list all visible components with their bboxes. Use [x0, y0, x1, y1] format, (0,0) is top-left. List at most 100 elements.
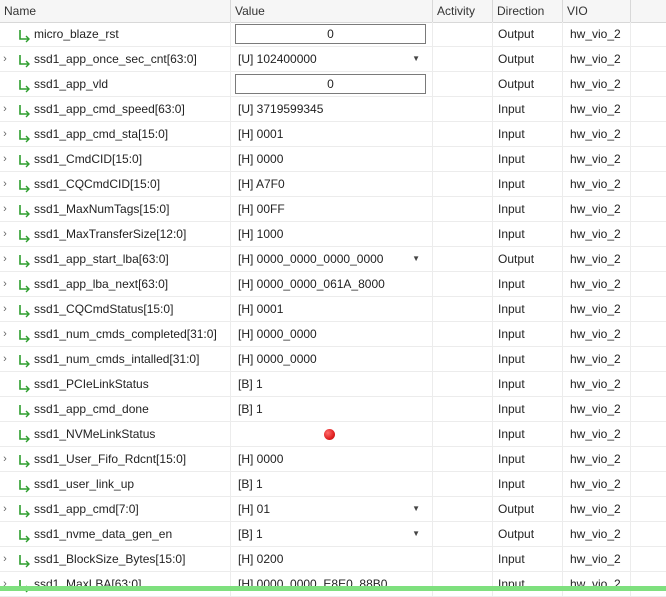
signal-name: ssd1_MaxNumTags[15:0]: [34, 202, 170, 216]
direction-cell: Input: [493, 197, 563, 222]
table-row[interactable]: › ssd1_app_cmd_sta[15:0] [H] 0001 Input hw_v…: [0, 122, 666, 147]
vio-cell: hw_vio_2: [563, 72, 631, 97]
name-cell: › ssd1_BlockSize_Bytes[15:0]: [0, 547, 231, 572]
dropdown-arrow-icon[interactable]: ▼: [412, 497, 420, 521]
chevron-right-icon[interactable]: ›: [0, 147, 10, 171]
chevron-right-icon[interactable]: ›: [0, 497, 10, 521]
vio-cell: hw_vio_2: [563, 297, 631, 322]
value-cell: [H] 0001: [231, 122, 433, 147]
chevron-right-icon[interactable]: ›: [0, 272, 10, 296]
table-row[interactable]: ssd1_app_cmd_done [B] 1 Input hw_vio_2: [0, 397, 666, 422]
signal-probe-icon: [17, 552, 31, 568]
table-row[interactable]: › ssd1_User_Fifo_Rdcnt[15:0] [H] 0000 Input…: [0, 447, 666, 472]
chevron-right-icon[interactable]: ›: [0, 97, 10, 121]
column-header-direction[interactable]: Direction: [493, 0, 563, 22]
column-header-activity[interactable]: Activity: [433, 0, 493, 22]
chevron-right-icon[interactable]: ›: [0, 322, 10, 346]
signal-name: ssd1_num_cmds_intalled[31:0]: [34, 352, 200, 366]
name-cell: › ssd1_app_start_lba[63:0]: [0, 247, 231, 272]
value-text: [H] 0000: [238, 152, 284, 166]
column-header-name[interactable]: Name: [0, 0, 231, 22]
table-row[interactable]: › ssd1_BlockSize_Bytes[15:0] [H] 0200 Input…: [0, 547, 666, 572]
vio-cell: hw_vio_2: [563, 122, 631, 147]
signal-name: ssd1_user_link_up: [34, 477, 135, 491]
value-cell: [H] 0000_0000_0000_0000 ▼: [231, 247, 433, 272]
activity-cell: [433, 372, 493, 397]
table-row[interactable]: ssd1_NVMeLinkStatus Input hw_vio_2: [0, 422, 666, 447]
dropdown-arrow-icon[interactable]: ▼: [412, 522, 420, 546]
signal-name: ssd1_app_start_lba[63:0]: [34, 252, 169, 266]
column-header-vio[interactable]: VIO: [563, 0, 631, 22]
table-row[interactable]: › ssd1_CmdCID[15:0] [H] 0000 Input hw_vio_2: [0, 147, 666, 172]
column-header-value[interactable]: Value: [231, 0, 433, 22]
table-row[interactable]: › ssd1_num_cmds_intalled[31:0] [H] 0000_00…: [0, 347, 666, 372]
signal-probe-icon: [17, 277, 31, 293]
vio-cell: hw_vio_2: [563, 172, 631, 197]
value-cell: [H] 0000: [231, 447, 433, 472]
signal-probe-icon: [17, 527, 31, 543]
signal-name: ssd1_BlockSize_Bytes[15:0]: [34, 552, 186, 566]
name-cell: › ssd1_app_cmd_sta[15:0]: [0, 122, 231, 147]
signal-name: ssd1_app_once_sec_cnt[63:0]: [34, 52, 197, 66]
signal-probe-icon: [17, 477, 31, 493]
chevron-right-icon[interactable]: ›: [0, 222, 10, 246]
table-row[interactable]: › ssd1_MaxNumTags[15:0] [H] 00FF Input hw_vi…: [0, 197, 666, 222]
activity-cell: [433, 522, 493, 547]
led-indicator-icon: [324, 429, 335, 440]
table-row[interactable]: › ssd1_MaxTransferSize[12:0] [H] 1000 Input…: [0, 222, 666, 247]
signal-probe-icon: [17, 377, 31, 393]
table-row[interactable]: › ssd1_CQCmdStatus[15:0] [H] 0001 Input hw_v…: [0, 297, 666, 322]
value-text: [H] A7F0: [238, 177, 285, 191]
table-row[interactable]: micro_blaze_rst 0 Output hw_vio_2: [0, 22, 666, 47]
name-cell: micro_blaze_rst: [0, 22, 231, 47]
vio-cell: hw_vio_2: [563, 572, 631, 597]
table-row[interactable]: › ssd1_app_once_sec_cnt[63:0] [U] 10240000…: [0, 47, 666, 72]
direction-cell: Input: [493, 122, 563, 147]
table-row[interactable]: ssd1_app_vld 0 Output hw_vio_2: [0, 72, 666, 97]
dropdown-arrow-icon[interactable]: ▼: [412, 247, 420, 271]
table-row[interactable]: ssd1_PCIeLinkStatus [B] 1 Input hw_vio_2: [0, 372, 666, 397]
vio-cell: hw_vio_2: [563, 322, 631, 347]
value-text[interactable]: [B] 1: [238, 522, 263, 546]
chevron-right-icon[interactable]: ›: [0, 122, 10, 146]
activity-cell: [433, 322, 493, 347]
table-row[interactable]: › ssd1_app_cmd[7:0] [H] 01 ▼ Output hw_vio_2: [0, 497, 666, 522]
value-cell: [H] 1000: [231, 222, 433, 247]
value-input[interactable]: 0: [235, 24, 426, 44]
table-row[interactable]: › ssd1_app_cmd_speed[63:0] [U] 3719599345 I…: [0, 97, 666, 122]
value-text: [B] 1: [238, 477, 263, 491]
signal-name: ssd1_num_cmds_completed[31:0]: [34, 327, 217, 341]
name-cell: › ssd1_CQCmdCID[15:0]: [0, 172, 231, 197]
vio-cell: hw_vio_2: [563, 347, 631, 372]
table-row[interactable]: › ssd1_MaxLBA[63:0] [H] 0000_0000_E8E0_88B…: [0, 572, 666, 597]
direction-cell: Output: [493, 247, 563, 272]
direction-cell: Input: [493, 272, 563, 297]
activity-cell: [433, 47, 493, 72]
value-text[interactable]: [H] 0000_0000_0000_0000: [238, 247, 383, 271]
dropdown-arrow-icon[interactable]: ▼: [412, 47, 420, 71]
chevron-right-icon[interactable]: ›: [0, 347, 10, 371]
chevron-right-icon[interactable]: ›: [0, 247, 10, 271]
value-cell: 0: [231, 72, 433, 97]
chevron-right-icon[interactable]: ›: [0, 447, 10, 471]
table-row[interactable]: › ssd1_app_start_lba[63:0] [H] 0000_0000_0…: [0, 247, 666, 272]
chevron-right-icon[interactable]: ›: [0, 47, 10, 71]
table-row[interactable]: › ssd1_CQCmdCID[15:0] [H] A7F0 Input hw_vio_…: [0, 172, 666, 197]
table-row[interactable]: ssd1_nvme_data_gen_en [B] 1 ▼ Output hw_vio_…: [0, 522, 666, 547]
activity-cell: [433, 297, 493, 322]
value-text[interactable]: [U] 102400000: [238, 47, 317, 71]
value-input[interactable]: 0: [235, 74, 426, 94]
signal-probe-icon: [17, 502, 31, 518]
table-row[interactable]: › ssd1_num_cmds_completed[31:0] [H] 0000_0…: [0, 322, 666, 347]
table-row[interactable]: › ssd1_app_lba_next[63:0] [H] 0000_0000_06…: [0, 272, 666, 297]
value-cell: [U] 102400000 ▼: [231, 47, 433, 72]
chevron-right-icon[interactable]: ›: [0, 172, 10, 196]
chevron-right-icon[interactable]: ›: [0, 547, 10, 571]
table-row[interactable]: ssd1_user_link_up [B] 1 Input hw_vio_2: [0, 472, 666, 497]
name-cell: ssd1_app_vld: [0, 72, 231, 97]
chevron-right-icon[interactable]: ›: [0, 197, 10, 221]
value-text[interactable]: [H] 01: [238, 497, 270, 521]
chevron-right-icon[interactable]: ›: [0, 572, 10, 596]
direction-cell: Input: [493, 422, 563, 447]
chevron-right-icon[interactable]: ›: [0, 297, 10, 321]
